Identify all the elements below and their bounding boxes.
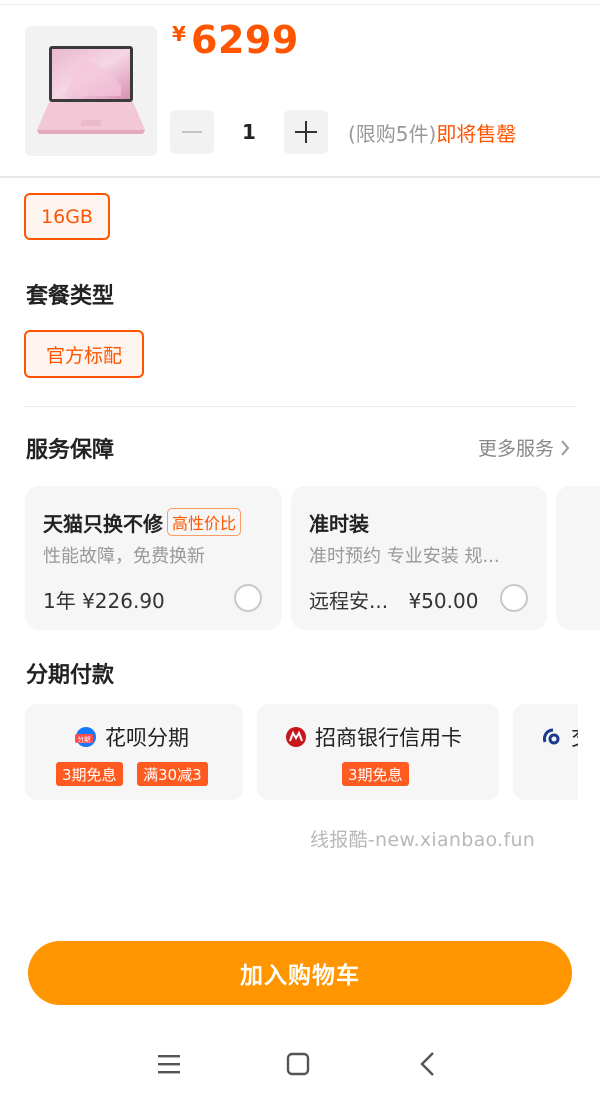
installment-label: 交 [571,722,578,752]
service-title: 准时装 [309,508,369,537]
section-divider [25,406,575,407]
service-select-radio[interactable] [234,584,262,612]
home-icon[interactable] [282,1048,314,1080]
recent-apps-icon [158,1055,180,1074]
svg-text:分期: 分期 [78,735,92,744]
stock-status: 即将售罄 [436,122,517,146]
purchase-limit: (限购5件)即将售罄 [348,118,516,147]
back-icon[interactable] [412,1048,444,1080]
price-currency: ¥ [172,22,186,46]
product-price: ¥ 6299 [172,18,299,62]
service-price-label: 远程安... [309,589,389,613]
add-to-cart-button[interactable]: 加入购物车 [28,941,572,1005]
memory-option-chip[interactable]: 16GB [24,193,110,240]
product-thumbnail[interactable] [25,26,157,156]
purchase-limit-text: (限购5件) [348,122,437,146]
menu-icon[interactable] [153,1048,185,1080]
minus-icon [182,131,202,133]
service-card-partial[interactable] [556,486,600,630]
installment-name: 交 [541,722,578,752]
package-option-chip[interactable]: 官方标配 [24,330,144,378]
service-price-row: 远程安... ¥50.00 [309,585,478,614]
home-square-icon [286,1052,310,1076]
more-services-link[interactable]: 更多服务 [478,434,570,461]
installment-label: 招商银行信用卡 [315,726,462,750]
chevron-right-icon [561,439,570,456]
service-price: 1年 ¥226.90 [43,589,165,613]
header-divider [0,176,600,178]
huabei-icon: 分期 [75,727,96,747]
service-card-install[interactable]: 准时装 准时预约 专业安装 规... 远程安... ¥50.00 [291,486,547,630]
installment-tag: 满30减3 [137,762,208,786]
more-services-label: 更多服务 [477,438,554,460]
top-divider [0,4,600,5]
installment-tag: 3期免息 [342,762,409,786]
quantity-increase-button[interactable] [284,110,328,154]
watermark: 线报酷-new.xianbao.fun [310,829,536,851]
quantity-value[interactable]: 1 [214,110,284,154]
service-title: 天猫只换不修 高性价比 [43,508,242,537]
plus-icon [295,121,317,143]
services-title: 服务保障 [26,438,115,463]
installment-option-cmb[interactable]: 招商银行信用卡 3期免息 [257,704,499,800]
installment-tag: 3期免息 [56,762,123,786]
laptop-image [37,46,145,134]
installment-option-partial[interactable]: 交 [513,704,578,800]
quantity-decrease-button[interactable] [170,110,214,154]
service-subtitle: 准时预约 专业安装 规... [309,546,500,567]
service-price: ¥50.00 [408,589,479,613]
back-chevron-icon [420,1052,434,1076]
service-name: 准时装 [309,512,369,536]
installment-name: 分期 花呗分期 [73,722,189,752]
bank-icon [543,728,560,745]
service-card-replace[interactable]: 天猫只换不修 高性价比 性能故障，免费换新 1年 ¥226.90 [25,486,282,630]
service-name: 天猫只换不修 [43,512,163,536]
installment-title: 分期付款 [26,663,115,688]
installment-label: 花呗分期 [105,726,189,750]
service-select-radio[interactable] [500,584,528,612]
cmb-bank-icon [286,727,306,747]
service-tag: 高性价比 [167,508,242,536]
package-type-title: 套餐类型 [26,284,115,309]
installment-option-huabei[interactable]: 分期 花呗分期 3期免息 满30减3 [25,704,243,800]
price-value: 6299 [191,18,299,62]
service-subtitle: 性能故障，免费换新 [43,546,205,567]
installment-name: 招商银行信用卡 [285,722,462,752]
